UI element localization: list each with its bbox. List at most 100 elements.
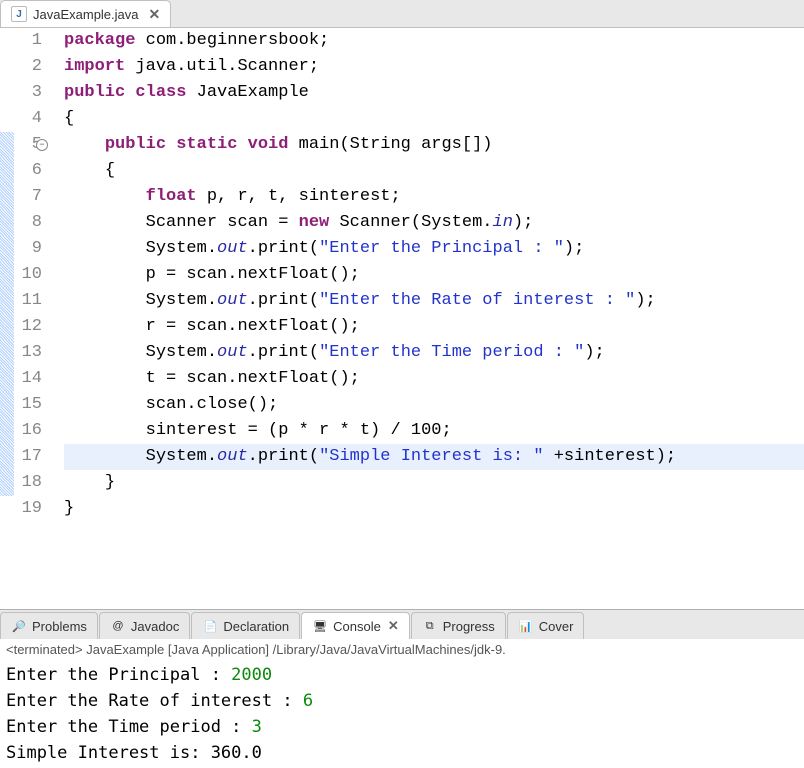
console-line: Simple Interest is: 360.0 xyxy=(6,740,798,766)
line-number: 1 xyxy=(18,28,42,54)
console-prompt-text: Simple Interest is: 360.0 xyxy=(6,743,262,763)
code-line[interactable]: package com.beginnersbook; xyxy=(64,28,804,54)
line-number-gutter: 12345−678910111213141516171819 xyxy=(14,28,52,609)
declaration-icon: 📄 xyxy=(202,618,218,634)
gutter-mark xyxy=(0,418,14,444)
panel-tab-label: Cover xyxy=(539,619,574,634)
console-line: Enter the Rate of interest : 6 xyxy=(6,688,798,714)
panel-tab-progress[interactable]: ⧉ Progress xyxy=(411,612,506,639)
console-user-input: 2000 xyxy=(231,665,272,685)
fold-toggle-icon[interactable]: − xyxy=(36,139,48,151)
console-user-input: 6 xyxy=(303,691,313,711)
code-line[interactable]: System.out.print("Enter the Principal : … xyxy=(64,236,804,262)
close-icon[interactable]: ✕ xyxy=(149,6,161,23)
gutter-mark xyxy=(0,288,14,314)
close-icon[interactable]: ✕ xyxy=(388,618,399,634)
gutter-mark xyxy=(0,340,14,366)
gutter-mark xyxy=(0,80,14,106)
editor-tab-label: JavaExample.java xyxy=(33,7,139,22)
code-line[interactable]: public class JavaExample xyxy=(64,80,804,106)
line-number: 17 xyxy=(18,444,42,470)
panel-tab-console[interactable]: 🖥 Console ✕ xyxy=(301,612,410,639)
gutter-mark xyxy=(0,470,14,496)
line-number: 4 xyxy=(18,106,42,132)
gutter-marks xyxy=(0,28,14,609)
console-output[interactable]: Enter the Principal : 2000Enter the Rate… xyxy=(0,660,804,768)
console-user-input: 3 xyxy=(252,717,262,737)
line-number: 10 xyxy=(18,262,42,288)
console-prompt-text: Enter the Time period : xyxy=(6,717,252,737)
gutter-mark xyxy=(0,444,14,470)
console-icon: 🖥 xyxy=(312,618,328,634)
code-line[interactable]: { xyxy=(64,158,804,184)
cover-icon: 📊 xyxy=(518,618,534,634)
code-editor[interactable]: 12345−678910111213141516171819 package c… xyxy=(0,28,804,609)
code-line[interactable]: public static void main(String args[]) xyxy=(64,132,804,158)
console-panel: <terminated> JavaExample [Java Applicati… xyxy=(0,639,804,768)
panel-tab-problems[interactable]: 🔎 Problems xyxy=(0,612,98,639)
code-line[interactable]: { xyxy=(64,106,804,132)
code-line[interactable]: System.out.print("Enter the Rate of inte… xyxy=(64,288,804,314)
line-number: 14 xyxy=(18,366,42,392)
editor-tab-javaexample[interactable]: J JavaExample.java ✕ xyxy=(0,0,171,27)
panel-tab-label: Declaration xyxy=(223,619,289,634)
line-number: 11 xyxy=(18,288,42,314)
line-number: 12 xyxy=(18,314,42,340)
code-line[interactable]: sinterest = (p * r * t) / 100; xyxy=(64,418,804,444)
gutter-mark xyxy=(0,262,14,288)
panel-tab-label: Progress xyxy=(443,619,495,634)
panel-tab-declaration[interactable]: 📄 Declaration xyxy=(191,612,300,639)
code-line[interactable]: p = scan.nextFloat(); xyxy=(64,262,804,288)
line-number: 8 xyxy=(18,210,42,236)
gutter-mark xyxy=(0,236,14,262)
gutter-mark xyxy=(0,366,14,392)
code-line[interactable]: import java.util.Scanner; xyxy=(64,54,804,80)
gutter-mark xyxy=(0,210,14,236)
code-line[interactable]: System.out.print("Simple Interest is: " … xyxy=(64,444,804,470)
gutter-mark xyxy=(0,106,14,132)
line-number: 15 xyxy=(18,392,42,418)
code-content[interactable]: package com.beginnersbook;import java.ut… xyxy=(52,28,804,609)
code-line[interactable]: scan.close(); xyxy=(64,392,804,418)
line-number: 18 xyxy=(18,470,42,496)
line-number: 9 xyxy=(18,236,42,262)
console-line: Enter the Principal : 2000 xyxy=(6,662,798,688)
gutter-mark xyxy=(0,158,14,184)
problems-icon: 🔎 xyxy=(11,618,27,634)
panel-tab-label: Console xyxy=(333,619,381,634)
line-number: 5− xyxy=(18,132,42,158)
gutter-mark xyxy=(0,28,14,54)
panel-tab-javadoc[interactable]: @ Javadoc xyxy=(99,612,190,639)
line-number: 16 xyxy=(18,418,42,444)
code-line[interactable]: t = scan.nextFloat(); xyxy=(64,366,804,392)
line-number: 2 xyxy=(18,54,42,80)
code-line[interactable]: } xyxy=(64,496,804,522)
progress-icon: ⧉ xyxy=(422,618,438,634)
console-prompt-text: Enter the Rate of interest : xyxy=(6,691,303,711)
gutter-mark xyxy=(0,496,14,522)
bottom-panel-tabs: 🔎 Problems @ Javadoc 📄 Declaration 🖥 Console ✕ ⧉ P… xyxy=(0,609,804,639)
panel-tab-label: Javadoc xyxy=(131,619,179,634)
panel-tab-label: Problems xyxy=(32,619,87,634)
gutter-mark xyxy=(0,54,14,80)
line-number: 19 xyxy=(18,496,42,522)
code-line[interactable]: float p, r, t, sinterest; xyxy=(64,184,804,210)
code-line[interactable]: r = scan.nextFloat(); xyxy=(64,314,804,340)
editor-tab-bar: J JavaExample.java ✕ xyxy=(0,0,804,28)
gutter-mark xyxy=(0,184,14,210)
console-status-header: <terminated> JavaExample [Java Applicati… xyxy=(0,639,804,660)
gutter-mark xyxy=(0,392,14,418)
line-number: 13 xyxy=(18,340,42,366)
javadoc-icon: @ xyxy=(110,618,126,634)
code-line[interactable]: } xyxy=(64,470,804,496)
java-file-icon: J xyxy=(11,6,27,22)
console-line: Enter the Time period : 3 xyxy=(6,714,798,740)
code-line[interactable]: System.out.print("Enter the Time period … xyxy=(64,340,804,366)
code-line[interactable]: Scanner scan = new Scanner(System.in); xyxy=(64,210,804,236)
panel-tab-cover[interactable]: 📊 Cover xyxy=(507,612,585,639)
gutter-mark xyxy=(0,314,14,340)
line-number: 3 xyxy=(18,80,42,106)
line-number: 7 xyxy=(18,184,42,210)
gutter-mark xyxy=(0,132,14,158)
console-prompt-text: Enter the Principal : xyxy=(6,665,231,685)
